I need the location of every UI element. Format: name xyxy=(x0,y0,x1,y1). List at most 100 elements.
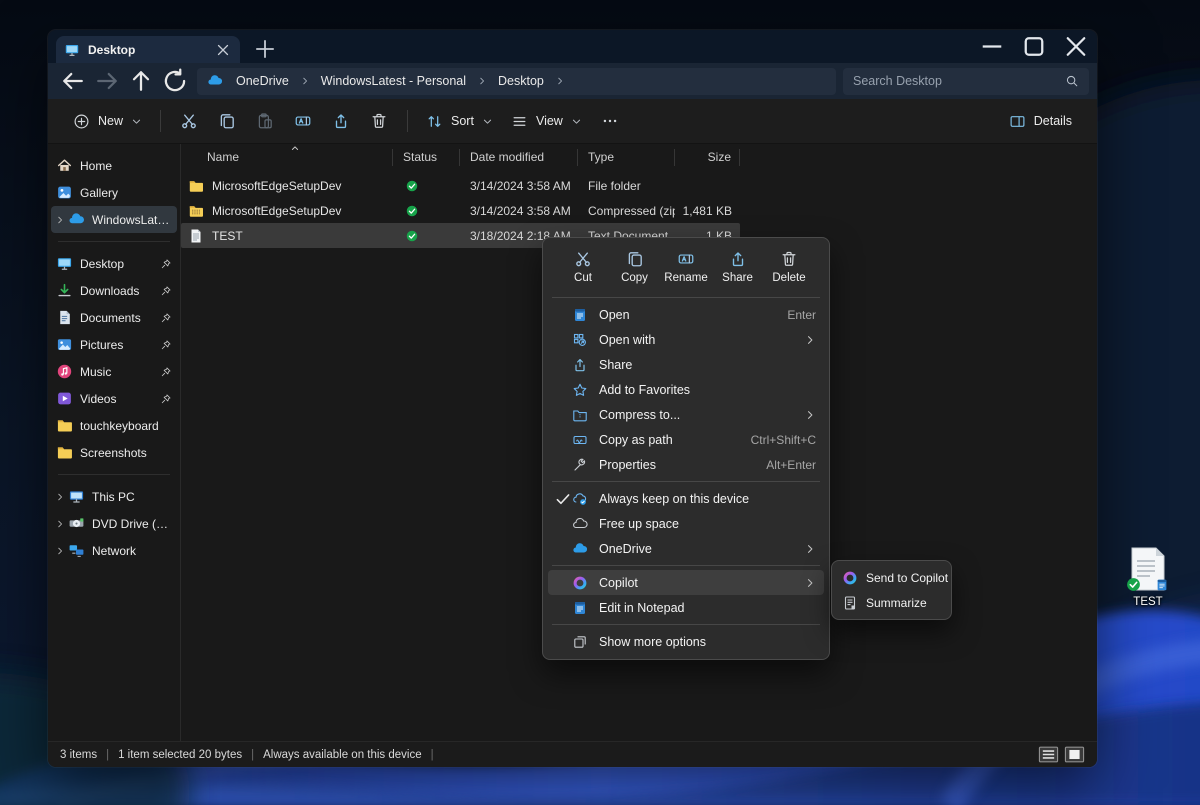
chevron-down-icon xyxy=(482,116,493,127)
search-input[interactable] xyxy=(853,74,1065,88)
quick-action-button[interactable]: Delete xyxy=(766,247,812,287)
view-button[interactable]: View xyxy=(502,107,591,136)
share-icon xyxy=(332,112,350,130)
search-box[interactable] xyxy=(843,68,1089,95)
pin-icon xyxy=(160,366,172,378)
context-menu-item[interactable]: Edit in Notepad xyxy=(548,595,824,620)
sidebar-item[interactable]: Desktop xyxy=(51,250,177,277)
icons-view-toggle-icon[interactable] xyxy=(1064,746,1085,763)
desktop-file-test[interactable]: TEST xyxy=(1120,547,1176,608)
quick-action-button[interactable]: Copy xyxy=(612,247,658,287)
file-type-icon xyxy=(188,178,204,194)
chevron-right-icon[interactable] xyxy=(54,492,66,502)
chevron-right-icon[interactable] xyxy=(294,76,316,86)
sidebar-item[interactable]: Downloads xyxy=(51,277,177,304)
navigation-pane: Home Gallery xyxy=(48,144,181,741)
details-button[interactable]: Details xyxy=(1000,107,1081,136)
column-header-status[interactable]: Status xyxy=(393,149,460,166)
minimize-button[interactable] xyxy=(971,30,1013,63)
chevron-right-icon xyxy=(804,409,816,421)
pin-icon xyxy=(160,312,172,324)
maximize-button[interactable] xyxy=(1013,30,1055,63)
forward-button[interactable] xyxy=(90,67,124,95)
onedrive-synced-badge-icon xyxy=(1125,576,1142,593)
explorer-tab-desktop[interactable]: Desktop xyxy=(56,36,240,63)
submenu-item[interactable]: Send to Copilot xyxy=(836,565,947,590)
context-menu-item[interactable]: Copilot xyxy=(548,570,824,595)
column-header-size[interactable]: Size xyxy=(675,149,740,166)
copy-button[interactable] xyxy=(208,106,246,136)
sidebar-item[interactable]: Home xyxy=(51,152,177,179)
menu-item-icon xyxy=(572,516,588,532)
breadcrumb[interactable]: OneDrive WindowsLatest - Personal Deskto… xyxy=(197,68,836,95)
column-header-name[interactable]: Name xyxy=(181,149,393,166)
sidebar-item[interactable]: Videos xyxy=(51,385,177,412)
file-row[interactable]: MicrosoftEdgeSetupDev 3/14/2024 3:58 AM … xyxy=(181,173,740,198)
sort-icon xyxy=(426,113,443,130)
submenu-item[interactable]: Summarize xyxy=(836,590,947,615)
new-tab-button[interactable] xyxy=(252,36,278,62)
context-menu-item[interactable]: Share xyxy=(548,352,824,377)
sidebar-item[interactable]: This PC xyxy=(51,483,177,510)
sort-button[interactable]: Sort xyxy=(417,107,502,136)
share-button[interactable] xyxy=(322,106,360,136)
file-row[interactable]: MicrosoftEdgeSetupDev 3/14/2024 3:58 AM … xyxy=(181,198,740,223)
quick-action-button[interactable]: Rename xyxy=(663,247,709,287)
sidebar-item[interactable]: Gallery xyxy=(51,179,177,206)
paste-button[interactable] xyxy=(246,106,284,136)
sidebar-item[interactable]: Pictures xyxy=(51,331,177,358)
context-menu-item[interactable]: Open with xyxy=(548,327,824,352)
sidebar-item-icon xyxy=(56,157,73,174)
context-menu-item[interactable]: Show more options xyxy=(548,629,824,654)
sidebar-item[interactable]: Screenshots xyxy=(51,439,177,466)
context-menu-item[interactable]: Compress to... xyxy=(548,402,824,427)
breadcrumb-item[interactable]: Desktop xyxy=(493,72,549,90)
sidebar-item[interactable]: Network xyxy=(51,537,177,564)
column-header-date[interactable]: Date modified xyxy=(460,149,578,166)
desktop-icon xyxy=(64,42,80,58)
copy-icon xyxy=(218,112,236,130)
context-menu-item[interactable]: OneDrive xyxy=(548,536,824,561)
sidebar-item-icon xyxy=(68,542,85,559)
cut-button[interactable] xyxy=(170,106,208,136)
breadcrumb-item[interactable]: WindowsLatest - Personal xyxy=(316,72,471,90)
delete-button[interactable] xyxy=(360,106,398,136)
keyboard-shortcut: Ctrl+Shift+C xyxy=(751,433,816,447)
up-button[interactable] xyxy=(124,67,158,95)
chevron-right-icon[interactable] xyxy=(54,546,66,556)
menu-item-icon xyxy=(572,634,588,650)
refresh-button[interactable] xyxy=(158,67,192,95)
context-menu-item[interactable]: Add to Favorites xyxy=(548,377,824,402)
chevron-right-icon[interactable] xyxy=(471,76,493,86)
breadcrumb-item[interactable]: OneDrive xyxy=(231,72,294,90)
chevron-right-icon[interactable] xyxy=(54,519,66,529)
close-button[interactable] xyxy=(1055,30,1097,63)
quick-action-button[interactable]: Cut xyxy=(560,247,606,287)
file-type-icon xyxy=(188,228,204,244)
chevron-right-icon[interactable] xyxy=(54,215,66,225)
see-more-button[interactable] xyxy=(591,106,629,136)
details-view-toggle-icon[interactable] xyxy=(1038,746,1059,763)
chevron-down-icon xyxy=(131,116,142,127)
sidebar-item[interactable]: Documents xyxy=(51,304,177,331)
sidebar-item[interactable]: Music xyxy=(51,358,177,385)
context-menu-item[interactable]: Properties Alt+Enter xyxy=(548,452,824,477)
sidebar-item[interactable]: DVD Drive (D:) CCC xyxy=(51,510,177,537)
new-button[interactable]: New xyxy=(64,107,151,136)
column-header-type[interactable]: Type xyxy=(578,149,675,166)
sidebar-item[interactable]: touchkeyboard xyxy=(51,412,177,439)
sidebar-item[interactable]: WindowsLatest - Personal xyxy=(51,206,177,233)
context-menu-item[interactable]: Always keep on this device xyxy=(548,486,824,511)
quick-action-button[interactable]: Share xyxy=(715,247,761,287)
chevron-right-icon[interactable] xyxy=(549,76,571,86)
context-menu-item[interactable]: Copy as path Ctrl+Shift+C xyxy=(548,427,824,452)
back-button[interactable] xyxy=(56,67,90,95)
sidebar-item-icon xyxy=(56,255,73,272)
titlebar: Desktop xyxy=(48,30,1097,63)
keyboard-shortcut: Alt+Enter xyxy=(766,458,816,472)
context-menu-item[interactable]: Open Enter xyxy=(548,302,824,327)
context-menu-item[interactable]: Free up space xyxy=(548,511,824,536)
menu-separator xyxy=(552,481,820,482)
tab-close-icon[interactable] xyxy=(214,41,232,59)
rename-button[interactable] xyxy=(284,106,322,136)
